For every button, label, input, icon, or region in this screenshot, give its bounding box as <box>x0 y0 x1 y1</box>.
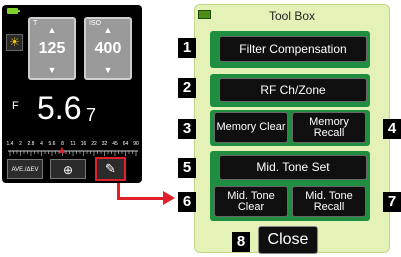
memory-clear-button[interactable]: Memory Clear <box>214 112 288 143</box>
chevron-up-icon[interactable]: ▲ <box>86 26 130 35</box>
scale-label: 5.6 <box>49 141 56 147</box>
shutter-value: 125 <box>38 40 66 57</box>
item-number: 4 <box>383 119 401 139</box>
scale-label: 90 <box>133 141 139 147</box>
memory-icon-button[interactable]: ⊕ <box>50 159 86 179</box>
rf-ch-zone-button[interactable]: RF Ch/Zone <box>219 78 367 102</box>
mid-tone-recall-button[interactable]: Mid. Tone Recall <box>292 186 366 217</box>
item-number: 2 <box>178 78 196 98</box>
toolbox-title: Tool Box <box>268 9 316 23</box>
scale-label: 11 <box>70 141 75 147</box>
item-number: 7 <box>383 192 401 212</box>
item-number: 8 <box>232 232 250 252</box>
close-button[interactable]: Close <box>258 226 318 254</box>
item-number: 5 <box>178 158 196 178</box>
chevron-up-icon[interactable]: ▲ <box>30 26 74 35</box>
mid-tone-set-button[interactable]: Mid. Tone Set <box>219 155 367 180</box>
f-number: 5.6 <box>37 90 82 126</box>
scale-label: 32 <box>102 141 108 147</box>
scale-label: 1.4 <box>7 141 14 147</box>
sun-mode-icon[interactable]: ☀ <box>6 34 23 51</box>
item-number: 1 <box>178 38 196 58</box>
f-label: F <box>12 100 19 112</box>
memory-recall-button[interactable]: Memory Recall <box>292 112 366 143</box>
scale-label: 2 <box>19 141 22 147</box>
ave-ev-button[interactable]: AVE./ΔEV <box>7 159 43 179</box>
callout-arrow-icon <box>163 191 175 205</box>
scale-label: 16 <box>81 141 87 147</box>
meter-screen: ☀ T ▲ 125 ▼ ISO ▲ 400 ▼ F 5.6 7 1.4 2 2.8 4… <box>2 5 142 183</box>
iso-dial[interactable]: ISO ▲ 400 ▼ <box>84 17 132 80</box>
chevron-down-icon[interactable]: ▼ <box>30 66 74 75</box>
aperture-scale: 1.4 2 2.8 4 5.6 8 11 16 22 32 45 64 90 <box>7 141 139 156</box>
item-number: 3 <box>178 119 196 139</box>
scale-label: 22 <box>91 141 97 147</box>
iso-value: 400 <box>94 40 122 57</box>
scale-label: 4 <box>40 141 43 147</box>
f-number-tenths: 7 <box>86 105 97 125</box>
shutter-dial[interactable]: T ▲ 125 ▼ <box>28 17 76 80</box>
scale-label: 45 <box>112 141 118 147</box>
wrench-icon-button[interactable]: ✎ <box>95 157 126 181</box>
battery-icon <box>7 8 20 14</box>
exposure-pointer-icon <box>59 147 65 153</box>
callout-arrow-line <box>117 197 165 200</box>
scale-label: 64 <box>123 141 129 147</box>
scale-label: 2.8 <box>28 141 35 147</box>
scale-label: 8 <box>61 141 64 147</box>
item-number: 6 <box>178 192 196 212</box>
filter-compensation-button[interactable]: Filter Compensation <box>219 36 367 62</box>
mid-tone-clear-button[interactable]: Mid. Tone Clear <box>214 186 288 217</box>
chevron-down-icon[interactable]: ▼ <box>86 66 130 75</box>
